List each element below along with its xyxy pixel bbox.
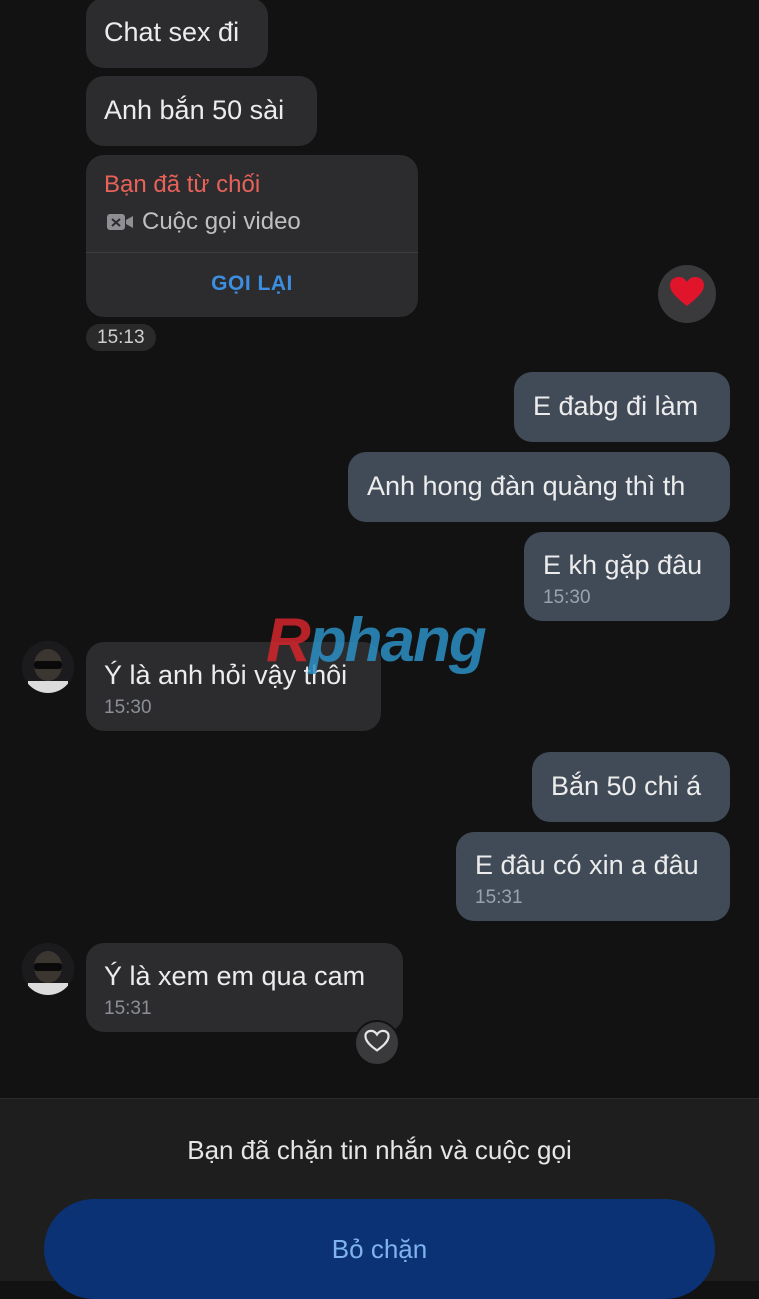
missed-call-card: Bạn đã từ chối Cuộc gọi video GỌI LẠI <box>86 155 418 317</box>
avatar[interactable] <box>22 641 74 693</box>
message-outgoing[interactable]: E kh gặp đâu 15:30 <box>524 532 730 621</box>
call-type-row: Cuộc gọi video <box>106 208 301 236</box>
heart-reaction[interactable] <box>658 265 716 323</box>
message-outgoing[interactable]: Bắn 50 chi á <box>532 752 730 822</box>
call-divider <box>86 252 418 253</box>
watermark-logo: Rphang <box>266 606 487 675</box>
message-outgoing[interactable]: Anh hong đàn quàng thì th <box>348 452 730 522</box>
heart-outline-icon <box>364 1029 390 1058</box>
message-text: Chat sex đi <box>104 17 240 47</box>
add-reaction-button[interactable] <box>354 1020 400 1066</box>
timestamp: 15:13 <box>97 327 145 348</box>
message-incoming[interactable]: Anh bắn 50 sài <box>86 76 317 146</box>
call-status: Bạn đã từ chối <box>104 171 261 198</box>
message-text: E kh gặp đâu <box>543 550 703 580</box>
message-text: Ý là xem em qua cam <box>104 961 366 991</box>
message-incoming[interactable]: Chat sex đi <box>86 0 268 68</box>
message-time: 15:31 <box>104 998 152 1019</box>
message-text: Anh hong đàn quàng thì th <box>367 471 686 501</box>
message-time: 15:30 <box>543 587 591 608</box>
call-type-label: Cuộc gọi video <box>142 208 301 235</box>
blocked-notice: Bạn đã chặn tin nhắn và cuộc gọi <box>187 1135 572 1165</box>
blocked-footer: Bạn đã chặn tin nhắn và cuộc gọi Bỏ chặn <box>0 1098 759 1299</box>
message-outgoing[interactable]: E đabg đi làm <box>514 372 730 442</box>
message-time: 15:30 <box>104 697 152 718</box>
heart-icon <box>669 276 705 313</box>
unblock-button[interactable]: Bỏ chặn <box>44 1199 715 1299</box>
message-outgoing[interactable]: E đâu có xin a đâu 15:31 <box>456 832 730 921</box>
timestamp-badge: 15:13 <box>86 324 156 351</box>
video-camera-icon <box>106 211 134 233</box>
message-incoming[interactable]: Ý là xem em qua cam 15:31 <box>86 943 403 1032</box>
message-time: 15:31 <box>475 887 523 908</box>
avatar[interactable] <box>22 943 74 995</box>
message-text: E đâu có xin a đâu <box>475 850 699 880</box>
message-text: E đabg đi làm <box>533 391 699 421</box>
call-again-button[interactable]: GỌI LẠI <box>86 272 418 296</box>
message-text: Anh bắn 50 sài <box>104 95 285 125</box>
message-text: Bắn 50 chi á <box>551 771 702 801</box>
